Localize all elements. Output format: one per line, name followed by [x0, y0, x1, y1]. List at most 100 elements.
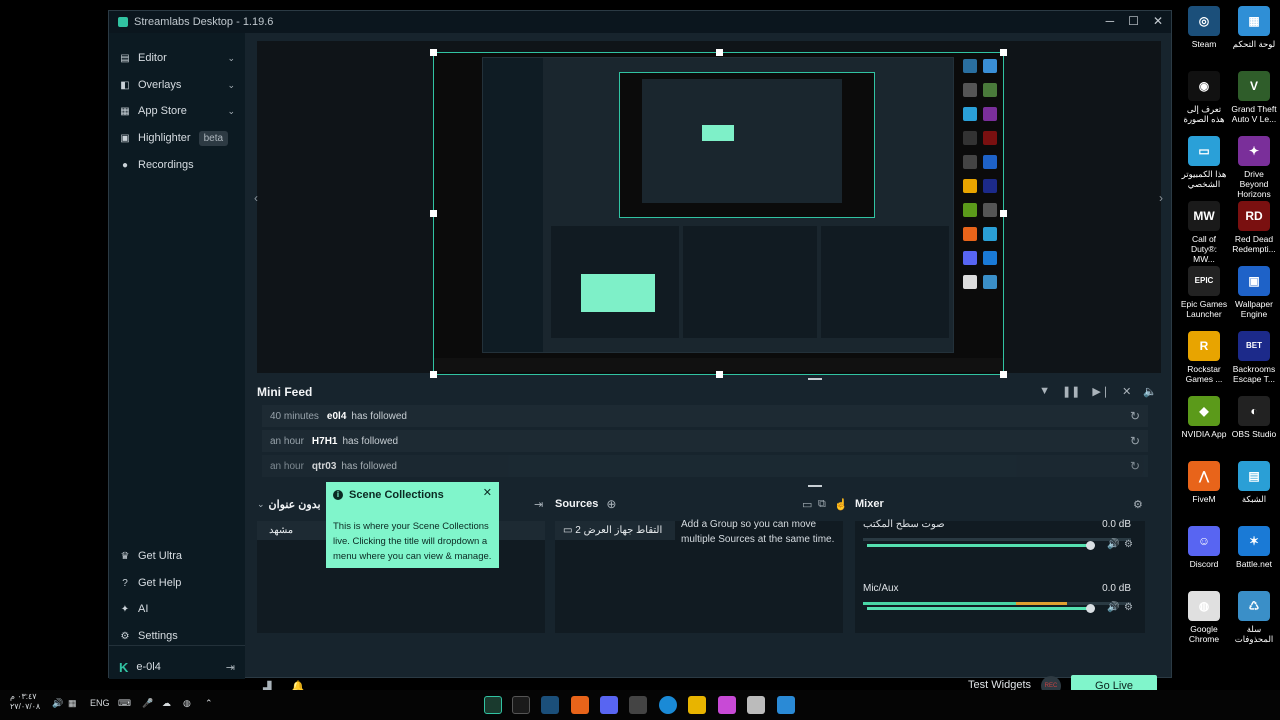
display-capture-source[interactable] — [430, 49, 1007, 378]
desktop-icon[interactable]: ♺ سلة المحذوفات — [1229, 591, 1279, 644]
slider-knob[interactable] — [1086, 604, 1095, 613]
desktop-icon[interactable]: ◎ Steam — [1179, 6, 1229, 49]
desktop-icon[interactable]: V Grand Theft Auto V Le... — [1229, 71, 1279, 124]
chevron-down-icon: ⌄ — [227, 105, 235, 116]
sidebar-item-overlays[interactable]: ◧ Overlays ⌄ — [109, 73, 245, 97]
volume-icon[interactable]: 🔊 — [1107, 602, 1119, 613]
chevron-down-icon[interactable]: ⌄ — [257, 499, 265, 510]
streamlabs-taskbar-icon[interactable] — [484, 696, 502, 714]
sidebar-item-ai[interactable]: ✦ AI — [109, 597, 245, 621]
desktop-icon[interactable]: ◍ Google Chrome — [1179, 591, 1229, 644]
edge-taskbar-icon[interactable] — [659, 696, 677, 714]
desktop-icon[interactable]: ◐ OBS Studio — [1229, 396, 1279, 439]
desktop-icon-label: Red Dead Redempti... — [1232, 234, 1276, 254]
gear-icon[interactable]: ⚙ — [1124, 539, 1133, 550]
desktop-icon[interactable]: ☺ Discord — [1179, 526, 1229, 569]
language-indicator[interactable]: ENG — [90, 698, 110, 708]
desktop-icon[interactable]: ✦ Drive Beyond Horizons — [1229, 136, 1279, 199]
stream-preview[interactable]: ‹ › — [254, 41, 1163, 378]
sidebar-item-label: AI — [138, 603, 149, 615]
title-bar: Streamlabs Desktop - 1.19.6 ─ ☐ ✕ — [109, 11, 1171, 33]
desktop-app-icon: ▣ — [1238, 266, 1270, 296]
chevron-left-icon[interactable]: ‹ — [254, 191, 258, 205]
highlighter-icon: ▣ — [120, 132, 130, 144]
resize-handle[interactable] — [808, 485, 822, 487]
app-taskbar-icon[interactable] — [512, 696, 530, 714]
desktop-icon[interactable]: ✶ Battle.net — [1229, 526, 1279, 569]
sidebar-item-get-help[interactable]: ? Get Help — [109, 571, 245, 595]
desktop-icon[interactable]: ▦ لوحة التحكم — [1229, 6, 1279, 49]
desktop-icon[interactable]: ⋀ FiveM — [1179, 461, 1229, 504]
nested-desktop-icons — [960, 59, 1000, 349]
gear-icon[interactable]: ⚙ — [1124, 602, 1133, 613]
sidebar-item-editor[interactable]: ▤ Editor ⌄ — [109, 46, 245, 70]
scene-collection-title[interactable]: بدون عنوان — [269, 498, 321, 511]
sources-list: ▭ التقاط جهاز العرض 2 Add a Group so you… — [555, 519, 843, 633]
minimize-button[interactable]: ─ — [1106, 14, 1115, 28]
desktop-icon[interactable]: ▤ الشبكة — [1229, 461, 1279, 504]
network-icon[interactable]: ▦ — [68, 698, 77, 709]
gear-icon[interactable]: ⚙ — [1133, 498, 1143, 511]
copilot-taskbar-icon[interactable] — [718, 696, 736, 714]
desktop-icon[interactable]: EPIC Epic Games Launcher — [1179, 266, 1229, 319]
volume-icon[interactable]: 🔊 — [52, 698, 63, 709]
logout-icon[interactable]: ⇥ — [226, 661, 235, 674]
windows-start-icon[interactable] — [777, 696, 795, 714]
close-button[interactable]: ✕ — [1153, 14, 1163, 28]
skip-icon[interactable]: ▶❘ — [1092, 385, 1110, 398]
desktop-icon[interactable]: BET Backrooms Escape T... — [1229, 331, 1279, 384]
pause-icon[interactable]: ❚❚ — [1062, 385, 1080, 398]
window-title: Streamlabs Desktop - 1.19.6 — [134, 16, 274, 28]
sidebar-item-highlighter[interactable]: ▣ Highlighter beta — [109, 126, 245, 150]
volume-icon[interactable]: 🔈 — [1143, 385, 1157, 398]
sidebar-item-get-ultra[interactable]: ♛ Get Ultra — [109, 544, 245, 568]
desktop-app-icon: RD — [1238, 201, 1270, 231]
sidebar-item-recordings[interactable]: ● Recordings — [109, 153, 245, 177]
desktop-icon[interactable]: R Rockstar Games ... — [1179, 331, 1229, 384]
app-tray-icon[interactable]: ◍ — [183, 698, 191, 709]
user-account[interactable]: K e-0l4 ⇥ — [109, 655, 245, 679]
close-icon[interactable]: ✕ — [483, 486, 492, 499]
sidebar-item-label: Get Help — [138, 577, 182, 589]
cloud-icon[interactable]: ☁ — [162, 698, 171, 709]
desktop-icon[interactable]: ◆ NVIDIA App — [1179, 396, 1229, 439]
desktop-icon[interactable]: ◉ تعرف إلى هذه الصورة — [1179, 71, 1229, 124]
resize-handle[interactable] — [808, 378, 822, 380]
app-taskbar-icon[interactable] — [747, 696, 765, 714]
desktop-icon[interactable]: ▣ Wallpaper Engine — [1229, 266, 1279, 319]
steam-taskbar-icon[interactable] — [541, 696, 559, 714]
volume-icon[interactable]: 🔊 — [1107, 539, 1119, 550]
feed-user: H7H1 — [311, 435, 338, 447]
fivem-taskbar-icon[interactable] — [571, 696, 589, 714]
volume-slider[interactable] — [867, 604, 1095, 613]
store-taskbar-icon[interactable] — [629, 696, 647, 714]
monitor-icon: ▭ — [563, 525, 576, 536]
source-item[interactable]: ▭ التقاط جهاز العرض 2 — [555, 521, 675, 540]
overlays-icon: ◧ — [120, 79, 130, 91]
desktop-app-icon: ◎ — [1188, 6, 1220, 36]
microphone-icon[interactable]: 🎤 — [142, 698, 153, 709]
collapse-icon[interactable]: ⇥ — [534, 498, 543, 511]
slider-knob[interactable] — [1086, 541, 1095, 550]
sidebar-item-app-store[interactable]: ▦ App Store ⌄ — [109, 99, 245, 123]
chevron-right-icon[interactable]: › — [1159, 191, 1163, 205]
discord-taskbar-icon[interactable] — [600, 696, 618, 714]
desktop-icon[interactable]: ▭ هذا الكمبيوتر الشخصي — [1179, 136, 1229, 189]
replay-icon[interactable]: ↻ — [1130, 434, 1140, 448]
replay-icon[interactable]: ↻ — [1130, 459, 1140, 473]
feed-time: 40 minutes — [270, 410, 319, 422]
file-explorer-taskbar-icon[interactable] — [688, 696, 706, 714]
add-folder-icon[interactable]: ▭ — [802, 498, 812, 511]
desktop-icon[interactable]: RD Red Dead Redempti... — [1229, 201, 1279, 254]
maximize-button[interactable]: ☐ — [1128, 14, 1139, 28]
chevron-up-icon[interactable]: ⌃ — [205, 698, 213, 709]
volume-slider[interactable] — [867, 541, 1095, 550]
add-group-icon[interactable]: ⧉ — [818, 498, 826, 511]
keyboard-icon[interactable]: ⌨ — [118, 698, 131, 709]
filter-icon[interactable]: ▼ — [1039, 385, 1050, 398]
replay-icon[interactable]: ↻ — [1130, 409, 1140, 423]
mute-alerts-icon[interactable]: ✕ — [1122, 385, 1131, 398]
add-source-icon[interactable]: ⊕ — [606, 497, 616, 511]
desktop-icon[interactable]: MW Call of Duty®: MW... — [1179, 201, 1229, 264]
streamlabs-k-logo-icon: K — [119, 659, 129, 675]
